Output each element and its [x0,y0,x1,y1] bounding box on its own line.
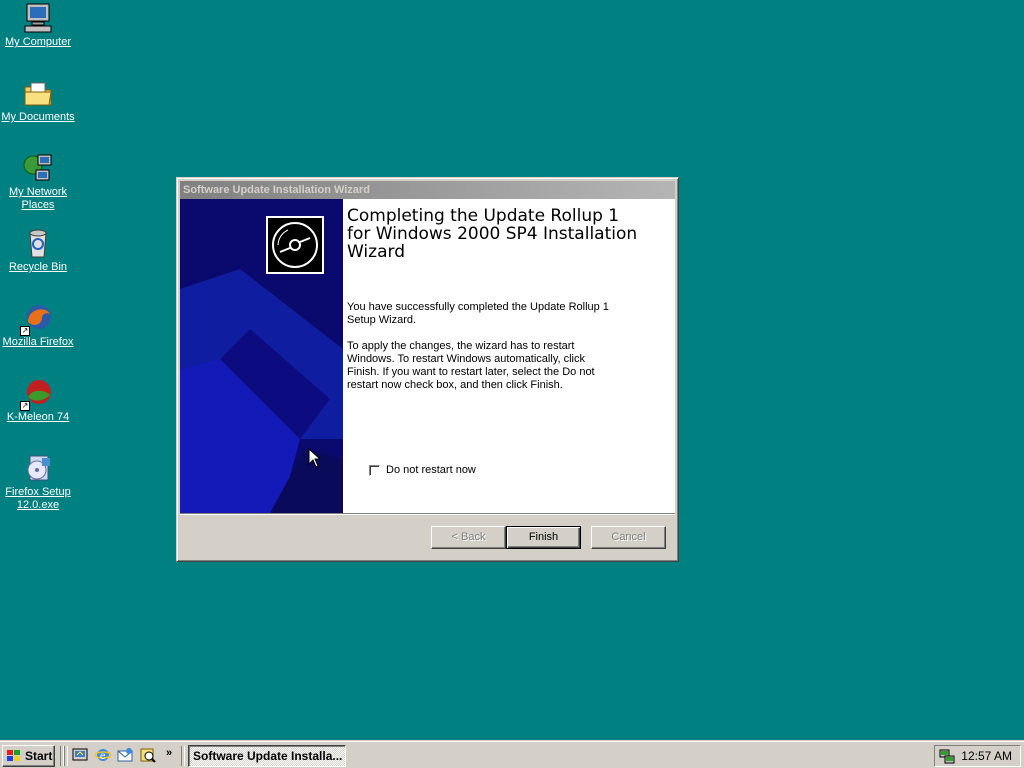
finish-button[interactable]: Finish [506,526,581,549]
wizard-window[interactable]: Software Update Installation Wizard Comp… [176,177,679,562]
wizard-success-text: You have successfully completed the Upda… [347,301,609,326]
desktop-icon-label: Mozilla Firefox [2,336,74,348]
recycle-bin-icon [22,227,54,259]
search-icon[interactable] [140,747,156,763]
desktop-icon-my-network-places[interactable]: My Network Places [0,152,76,212]
show-desktop-icon[interactable] [72,747,88,763]
desktop-icon-my-documents[interactable]: My Documents [0,77,76,124]
wizard-restart-text: To apply the changes, the wizard has to … [347,340,595,391]
folder-documents-icon [22,77,54,109]
window-title: Software Update Installation Wizard [183,184,370,196]
internet-explorer-icon[interactable]: e [94,747,112,763]
desktop-icon-label: My Documents [1,111,75,123]
button-separator [180,513,675,515]
taskbar-button-software-update[interactable]: Software Update Installa... [188,745,346,767]
desktop-icon-label: K-Meleon 74 [6,411,70,423]
installer-icon [22,452,54,484]
clock[interactable]: 12:57 AM [961,746,1012,766]
do-not-restart-checkbox[interactable] [369,464,380,476]
wizard-content: Completing the Update Rollup 1 for Windo… [343,199,675,513]
desktop-icon-label: My Computer [4,36,72,48]
firefox-icon: ↗ [20,302,54,336]
desktop-icon-recycle-bin[interactable]: Recycle Bin [0,227,76,274]
desktop-icon-my-computer[interactable]: My Computer [0,2,76,49]
wizard-body: Completing the Update Rollup 1 for Windo… [180,199,675,513]
toolbar-separator [64,746,68,766]
wizard-heading: Completing the Update Rollup 1 for Windo… [347,206,638,262]
svg-text:e: e [100,751,106,762]
windows-logo-icon [7,750,20,761]
outlook-express-icon[interactable] [117,747,133,763]
window-title-bar[interactable]: Software Update Installation Wizard [180,181,675,199]
do-not-restart-label[interactable]: Do not restart now [386,464,476,476]
desktop-icon-firefox-setup[interactable]: Firefox Setup 12.0.exe [0,452,76,512]
do-not-restart-option[interactable]: Do not restart now [369,464,476,476]
network-connection-icon[interactable] [939,748,955,764]
desktop-icon-mozilla-firefox[interactable]: ↗ Mozilla Firefox [0,302,76,349]
desktop-icon-k-meleon[interactable]: ↗ K-Meleon 74 [0,377,76,424]
quick-launch-overflow-chevron-icon[interactable]: » [166,747,172,759]
cancel-button[interactable]: Cancel [591,526,666,549]
start-button[interactable]: Start [2,745,55,767]
desktop-icon-label: My Network Places [8,186,68,211]
desktop-icon-label: Firefox Setup 12.0.exe [5,486,71,511]
taskbar: Start e » Software Update Installa... 12… [0,740,1024,768]
computer-icon [22,2,54,34]
start-label: Start [25,749,53,763]
network-icon [22,152,54,184]
cd-icon [266,216,324,274]
back-button[interactable]: < Back [431,526,506,549]
kmeleon-icon: ↗ [20,377,54,411]
system-tray: 12:57 AM [934,745,1021,767]
mouse-cursor-icon [308,447,322,471]
desktop-icon-label: Recycle Bin [8,261,68,273]
toolbar-separator [181,746,185,766]
